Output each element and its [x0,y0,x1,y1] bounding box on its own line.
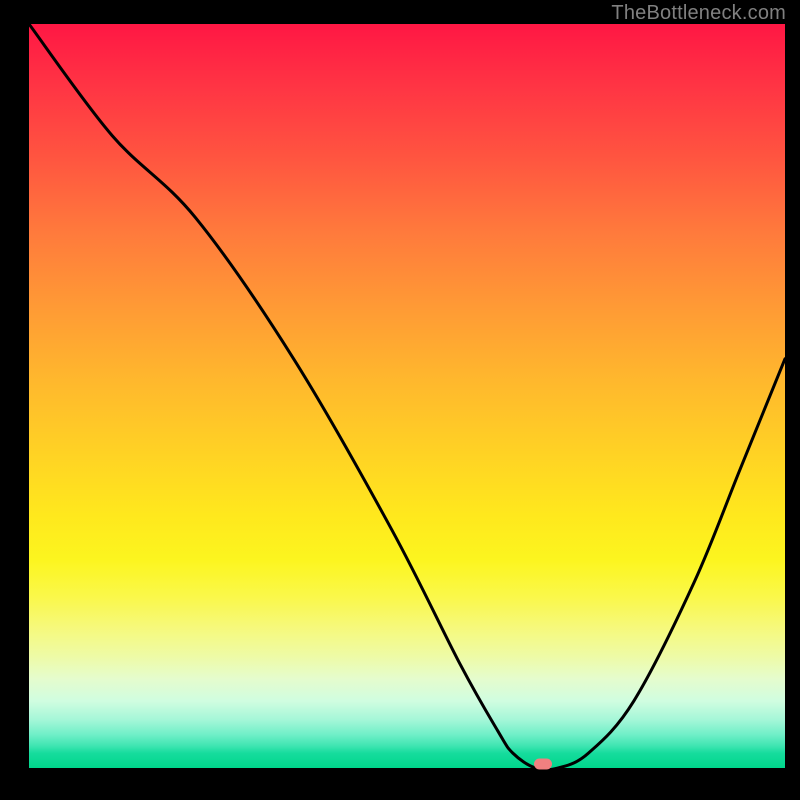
plot-area [29,24,785,768]
bottleneck-curve-path [29,24,785,770]
bottleneck-chart: TheBottleneck.com [0,0,800,800]
curve-svg [29,24,785,768]
optimum-marker [534,759,552,770]
watermark-text: TheBottleneck.com [611,2,786,25]
